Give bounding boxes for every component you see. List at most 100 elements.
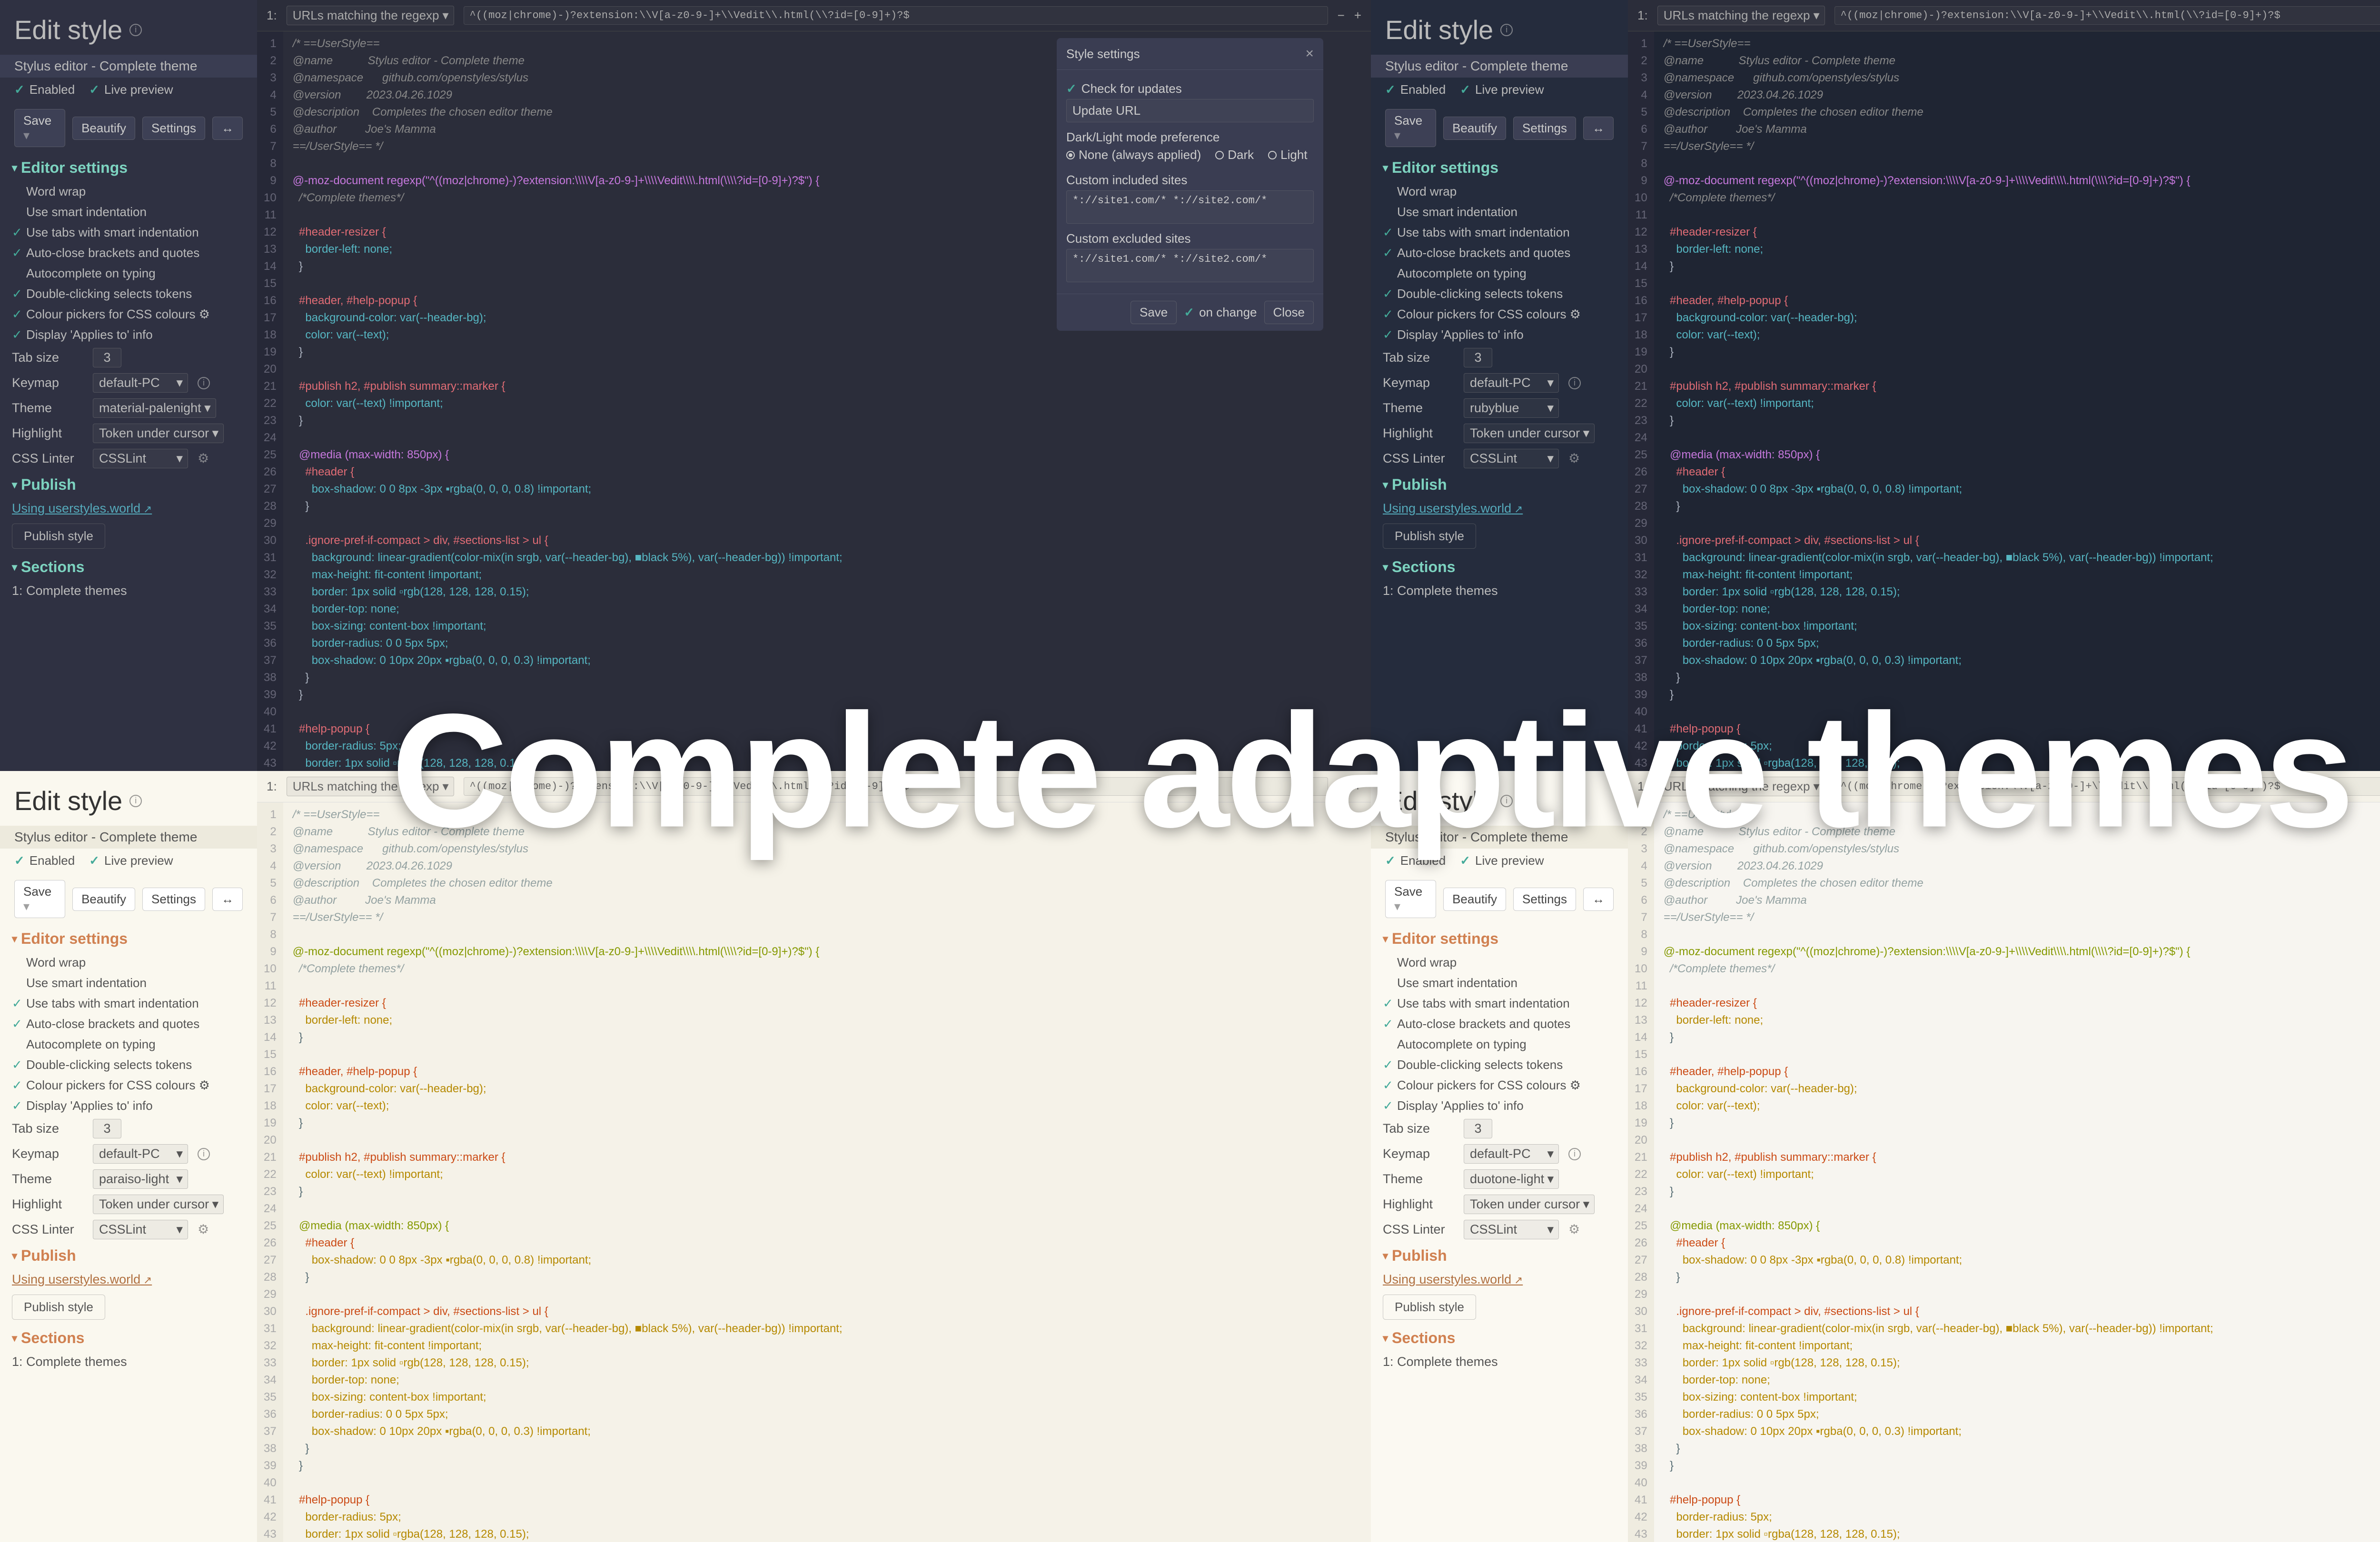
section-item[interactable]: 1: Complete themes [1371,581,1628,601]
live-preview-checkbox[interactable]: Live preview [1460,82,1544,97]
editor-option[interactable]: Colour pickers for CSS colours ⚙ [1371,1075,1628,1096]
url-regexp-input[interactable]: ^((moz|chrome)-)?extension:\\V[a-z0-9-]+… [1835,6,2380,25]
publish-header[interactable]: Publish [0,1242,257,1269]
update-url-input[interactable]: Update URL [1066,99,1314,122]
editor-option[interactable]: Display 'Applies to' info [0,325,257,345]
highlight-select[interactable]: Token under cursor [93,1195,224,1214]
linter-select[interactable]: CSSLint [1464,1220,1559,1239]
settings-button[interactable]: Settings [142,117,205,140]
theme-select[interactable]: paraiso-light [93,1169,188,1189]
userstyles-link[interactable]: Using userstyles.world [0,498,257,519]
theme-select[interactable]: material-palenight [93,398,216,418]
gear-icon[interactable]: ⚙ [198,451,209,466]
applies-to-type[interactable]: URLs matching the regexp [1657,6,1825,25]
beautify-button[interactable]: Beautify [72,117,135,140]
toggle-button[interactable]: ↔ [212,117,243,140]
editor-option[interactable]: Autocomplete on typing [1371,1034,1628,1055]
editor-option[interactable]: Colour pickers for CSS colours ⚙ [1371,304,1628,325]
section-item[interactable]: 1: Complete themes [0,1352,257,1372]
section-item[interactable]: 1: Complete themes [1371,1352,1628,1372]
tab-size-input[interactable]: 3 [93,1119,121,1138]
enabled-checkbox[interactable]: Enabled [14,853,75,868]
editor-option[interactable]: Autocomplete on typing [0,1034,257,1055]
editor-option[interactable]: Autocomplete on typing [1371,263,1628,284]
userstyles-link[interactable]: Using userstyles.world [1371,498,1628,519]
radio-none[interactable]: None (always applied) [1066,148,1201,162]
highlight-select[interactable]: Token under cursor [93,424,224,443]
highlight-select[interactable]: Token under cursor [1464,1195,1595,1214]
excluded-sites-textarea[interactable]: *://site1.com/* *://site2.com/* [1066,249,1314,282]
publish-header[interactable]: Publish [1371,471,1628,498]
url-regexp-input[interactable]: ^((moz|chrome)-)?extension:\\V[a-z0-9-]+… [464,6,1328,25]
settings-button[interactable]: Settings [1513,888,1576,911]
info-icon[interactable]: i [129,795,142,807]
info-icon[interactable]: i [1568,1148,1581,1160]
editor-option[interactable]: Auto-close brackets and quotes [0,1014,257,1034]
enabled-checkbox[interactable]: Enabled [14,82,75,97]
editor-option[interactable]: Double-clicking selects tokens [1371,284,1628,304]
editor-option[interactable]: Display 'Applies to' info [1371,1096,1628,1116]
tab-size-input[interactable]: 3 [1464,1119,1492,1138]
editor-option[interactable]: Display 'Applies to' info [0,1096,257,1116]
editor-option[interactable]: Use smart indentation [0,202,257,222]
publish-style-button[interactable]: Publish style [12,524,105,549]
save-button[interactable]: Save [14,880,65,918]
keymap-select[interactable]: default-PC [93,1144,188,1164]
toggle-button[interactable]: ↔ [212,888,243,911]
code-area[interactable]: 1234567891011121314151617181920212223242… [257,802,1371,1542]
editor-option[interactable]: Use tabs with smart indentation [1371,993,1628,1014]
linter-select[interactable]: CSSLint [1464,449,1559,468]
publish-style-button[interactable]: Publish style [1383,524,1476,549]
section-item[interactable]: 1: Complete themes [0,581,257,601]
info-icon[interactable]: i [198,377,210,389]
dialog-save-button[interactable]: Save [1130,301,1177,324]
editor-settings-header[interactable]: Editor settings [0,154,257,181]
code-area[interactable]: 1234567891011121314151617181920212223242… [1628,802,2380,1542]
enabled-checkbox[interactable]: Enabled [1385,82,1446,97]
save-button[interactable]: Save [1385,109,1436,147]
sections-header[interactable]: Sections [0,554,257,581]
editor-settings-header[interactable]: Editor settings [1371,154,1628,181]
publish-header[interactable]: Publish [0,471,257,498]
userstyles-link[interactable]: Using userstyles.world [0,1269,257,1290]
editor-option[interactable]: Use smart indentation [0,973,257,993]
code-lines[interactable]: /* ==UserStyle== @name Stylus editor - C… [1654,802,2380,1542]
code-lines[interactable]: /* ==UserStyle== @name Stylus editor - C… [283,802,1371,1542]
highlight-select[interactable]: Token under cursor [1464,424,1595,443]
sections-header[interactable]: Sections [1371,554,1628,581]
keymap-select[interactable]: default-PC [1464,1144,1559,1164]
editor-option[interactable]: Word wrap [0,952,257,973]
editor-option[interactable]: Auto-close brackets and quotes [0,243,257,263]
editor-option[interactable]: Autocomplete on typing [0,263,257,284]
editor-option[interactable]: Use tabs with smart indentation [1371,222,1628,243]
beautify-button[interactable]: Beautify [72,888,135,911]
info-icon[interactable]: i [198,1148,210,1160]
editor-option[interactable]: Use smart indentation [1371,202,1628,222]
editor-option[interactable]: Double-clicking selects tokens [1371,1055,1628,1075]
remove-applies-to-icon[interactable]: − [1338,8,1345,23]
publish-style-button[interactable]: Publish style [12,1295,105,1320]
userstyles-link[interactable]: Using userstyles.world [1371,1269,1628,1290]
editor-option[interactable]: Use tabs with smart indentation [0,993,257,1014]
info-icon[interactable]: i [1568,377,1581,389]
sections-header[interactable]: Sections [0,1325,257,1352]
radio-light[interactable]: Light [1268,148,1307,162]
editor-option[interactable]: Word wrap [0,181,257,202]
beautify-button[interactable]: Beautify [1443,888,1506,911]
linter-select[interactable]: CSSLint [93,1220,188,1239]
close-icon[interactable]: × [1305,46,1314,62]
save-button[interactable]: Save [1385,880,1436,918]
info-icon[interactable]: i [1500,24,1513,36]
dialog-close-button[interactable]: Close [1264,301,1314,324]
toggle-button[interactable]: ↔ [1583,117,1614,140]
editor-option[interactable]: Double-clicking selects tokens [0,1055,257,1075]
toggle-button[interactable]: ↔ [1583,888,1614,911]
code-lines[interactable]: /* ==UserStyle== @name Stylus editor - C… [1654,31,2380,771]
keymap-select[interactable]: default-PC [1464,373,1559,393]
editor-option[interactable]: Double-clicking selects tokens [0,284,257,304]
tab-size-input[interactable]: 3 [1464,348,1492,367]
editor-option[interactable]: Use smart indentation [1371,973,1628,993]
publish-header[interactable]: Publish [1371,1242,1628,1269]
editor-option[interactable]: Auto-close brackets and quotes [1371,1014,1628,1034]
theme-select[interactable]: rubyblue [1464,398,1559,418]
